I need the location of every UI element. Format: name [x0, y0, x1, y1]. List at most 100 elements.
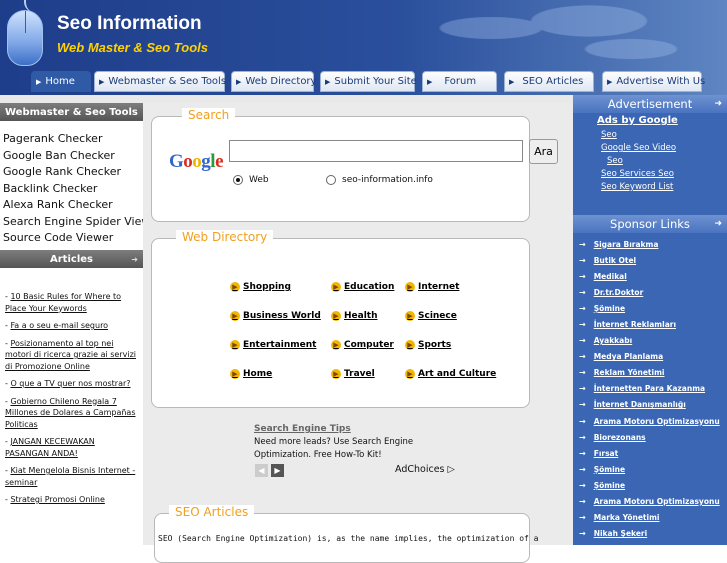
world-map-decoration [407, 0, 687, 70]
tool-backlink-checker[interactable]: Backlink Checker [3, 181, 143, 198]
arrow-bullet-icon: ▶ [230, 340, 240, 350]
arrow-right-icon: → [579, 529, 586, 539]
sponsor-link[interactable]: → Şömine [573, 300, 727, 316]
arrow-right-icon: → [579, 368, 586, 378]
sponsor-link[interactable]: → Medya Planlama [573, 349, 727, 365]
ad-link[interactable]: Seo [597, 129, 727, 142]
arrow-right-icon: → [579, 303, 586, 313]
sponsor-link[interactable]: → Şömine [573, 461, 727, 477]
category-shopping[interactable]: ▶ Shopping [230, 282, 291, 292]
arrow-icon: ▶ [427, 77, 433, 86]
arrow-bullet-icon: ▶ [230, 311, 240, 321]
category-scinece[interactable]: ▶ Scinece [405, 311, 457, 321]
arrow-right-icon: → [579, 320, 586, 330]
tool-google-ban-checker[interactable]: Google Ban Checker [3, 148, 143, 165]
sponsor-link[interactable]: → Fırsat [573, 445, 727, 461]
radio-web[interactable]: Web [233, 175, 269, 185]
tab-seo-articles[interactable]: ▶ SEO Articles [504, 71, 594, 92]
arrow-bullet-icon: ▶ [331, 282, 341, 292]
ad-link[interactable]: Seo Services Seo [597, 168, 727, 181]
right-sidebar: Advertisement ➜ Ads by Google Seo Google … [573, 95, 727, 545]
sponsor-link[interactable]: → Dr.tr.Doktor [573, 284, 727, 300]
search-input[interactable] [229, 140, 523, 162]
arrow-icon: ▶ [325, 77, 331, 86]
web-directory-label: Web Directory [176, 230, 274, 244]
arrow-right-icon: → [579, 432, 586, 442]
sponsor-link[interactable]: → Nikah Şekeri [573, 526, 727, 542]
sponsor-link[interactable]: → Arama Motoru Optimizasyonu [573, 494, 727, 510]
category-education[interactable]: ▶ Education [331, 282, 394, 292]
arrow-bullet-icon: ▶ [405, 369, 415, 379]
site-title[interactable]: Seo Information [57, 13, 202, 35]
arrow-right-icon: → [579, 480, 586, 490]
sponsor-link[interactable]: → İnternetten Para Kazanma [573, 381, 727, 397]
arrow-right-icon: → [579, 513, 586, 523]
ad-link[interactable]: Google Seo Video [597, 142, 727, 155]
sponsor-link[interactable]: → Biorezonans [573, 429, 727, 445]
tab-submit-site[interactable]: ▶ Submit Your Site [320, 71, 417, 92]
arrow-right-icon: → [579, 400, 586, 410]
sponsor-link[interactable]: → Butik Otel [573, 252, 727, 268]
sponsor-link[interactable]: → Şömine [573, 477, 727, 493]
site-header: Seo Information Web Master & Seo Tools ▶… [0, 0, 727, 95]
tab-webmaster-tools[interactable]: ▶ Webmaster & Seo Tools [94, 71, 226, 92]
tool-pagerank-checker[interactable]: Pagerank Checker [3, 131, 143, 148]
web-directory-box: Web Directory [151, 230, 530, 408]
adchoices-link[interactable]: AdChoices ▷ [395, 464, 455, 475]
ad-next-button[interactable]: ▶ [271, 464, 284, 477]
category-art-culture[interactable]: ▶ Art and Culture [405, 369, 496, 379]
arrow-bullet-icon: ▶ [405, 311, 415, 321]
radio-selected-icon [233, 175, 243, 185]
sponsor-link[interactable]: → Reklam Yönetimi [573, 365, 727, 381]
arrow-right-icon: ➜ [714, 219, 722, 229]
search-label: Search [182, 108, 236, 122]
arrow-right-icon: → [579, 287, 586, 297]
arrow-right-icon: → [579, 271, 586, 281]
tab-web-directory[interactable]: ▶ Web Directory [231, 71, 316, 92]
tool-google-rank-checker[interactable]: Google Rank Checker [3, 164, 143, 181]
category-entertainment[interactable]: ▶ Entertainment [230, 340, 316, 350]
ad-link[interactable]: Seo [597, 155, 727, 168]
radio-site[interactable]: seo-information.info [326, 175, 433, 185]
mouse-logo-icon [7, 10, 43, 66]
category-home[interactable]: ▶ Home [230, 369, 272, 379]
arrow-right-icon: → [579, 384, 586, 394]
tools-list: Pagerank Checker Google Ban Checker Goog… [0, 121, 150, 247]
category-internet[interactable]: ▶ Internet [405, 282, 459, 292]
arrow-right-icon: ➜ [131, 254, 138, 264]
arrow-bullet-icon: ▶ [331, 311, 341, 321]
sponsor-link[interactable]: → Marka Yönetimi [573, 510, 727, 526]
category-sports[interactable]: ▶ Sports [405, 340, 451, 350]
sponsor-link[interactable]: → Sigara Bırakma [573, 236, 727, 252]
category-computer[interactable]: ▶ Computer [331, 340, 394, 350]
tool-source-code-viewer[interactable]: Source Code Viewer [3, 230, 143, 247]
category-health[interactable]: ▶ Health [331, 311, 378, 321]
ad-prev-button[interactable]: ◀ [255, 464, 268, 477]
sponsor-link[interactable]: → Medikal [573, 268, 727, 284]
tool-spider-view[interactable]: Search Engine Spider View [3, 214, 150, 231]
category-business-world[interactable]: ▶ Business World [230, 311, 321, 321]
seo-articles-label: SEO Articles [169, 505, 255, 519]
advertisement-heading: Advertisement ➜ [573, 95, 727, 113]
category-travel[interactable]: ▶ Travel [331, 369, 375, 379]
tool-alexa-rank-checker[interactable]: Alexa Rank Checker [3, 197, 143, 214]
sponsor-link[interactable]: → Arama Motoru Optimizasyonu [573, 413, 727, 429]
arrow-bullet-icon: ▶ [331, 369, 341, 379]
arrow-bullet-icon: ▶ [405, 282, 415, 292]
ad-link[interactable]: Seo Keyword List [597, 181, 727, 194]
article-item: - Gobierno Chileno Regala 7 Millones de … [5, 396, 136, 429]
tab-home[interactable]: ▶ Home [31, 71, 91, 92]
ads-by-google-link[interactable]: Ads by Google [597, 115, 727, 126]
ad-tips: Search Engine Tips Need more leads? Use … [254, 424, 454, 462]
tips-body: Need more leads? Use Search Engine Optim… [254, 437, 414, 460]
tab-forum[interactable]: ▶ Forum [422, 71, 497, 92]
sponsor-link[interactable]: → Ayakkabı [573, 333, 727, 349]
search-button[interactable]: Ara [529, 139, 558, 164]
sponsor-link[interactable]: → İnternet Reklamları [573, 316, 727, 332]
article-item: - Strategi Promosi Online [5, 495, 105, 504]
sponsor-link[interactable]: → İnternet Danışmanlığı [573, 397, 727, 413]
tips-title-link[interactable]: Search Engine Tips [254, 424, 454, 434]
tab-advertise[interactable]: ▶ Advertise With Us [602, 71, 705, 92]
article-item: - O que a TV quer nos mostrar? [5, 379, 131, 388]
arrow-right-icon: → [579, 416, 586, 426]
